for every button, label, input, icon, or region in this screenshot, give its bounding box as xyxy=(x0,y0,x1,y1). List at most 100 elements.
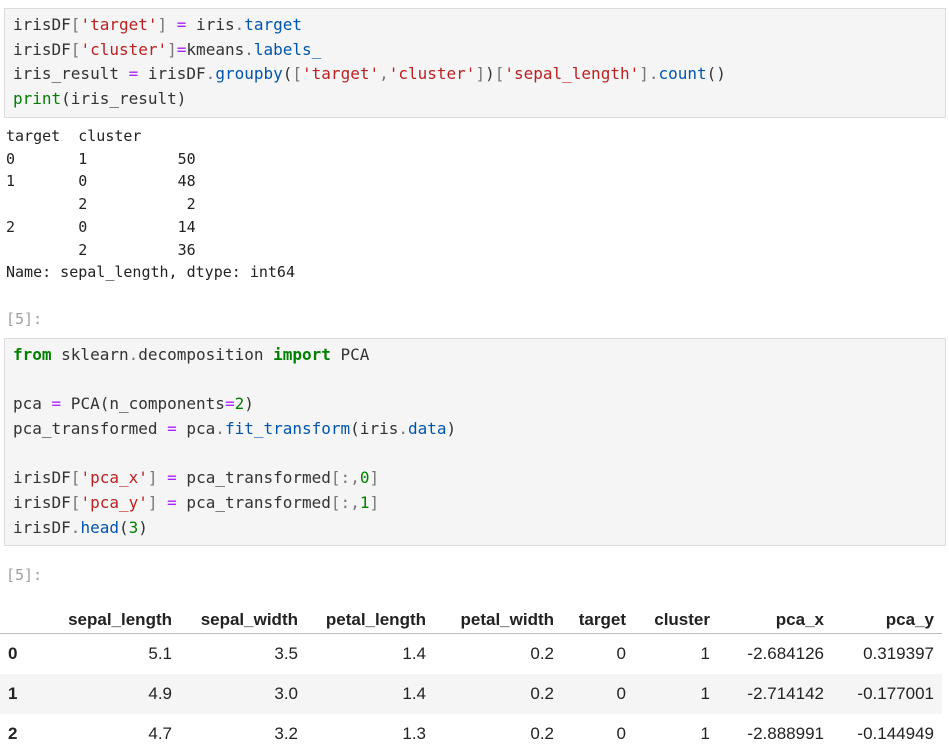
code-token: pca_transformed xyxy=(13,419,168,439)
column-header: pca_x xyxy=(718,600,832,634)
code-token: iris xyxy=(186,15,235,34)
code-line: from sklearn.decomposition import PCA xyxy=(13,343,945,368)
code-token: pca_transformed xyxy=(176,468,331,488)
code-token: ) xyxy=(244,394,254,414)
code-token: pca xyxy=(176,419,216,439)
code-token: [ xyxy=(70,15,81,34)
column-header xyxy=(0,600,38,634)
code-token: sklearn xyxy=(51,345,129,364)
code-token: , xyxy=(350,468,360,488)
code-token: . xyxy=(398,419,408,439)
code-token: [ xyxy=(494,64,505,84)
code-token: 'cluster' xyxy=(80,39,168,59)
table-cell: 0 xyxy=(616,724,626,743)
output-line: Name: sepal_length, dtype: int64 xyxy=(6,263,295,282)
code-token: 'sepal_length' xyxy=(504,64,640,84)
table-header-row: sepal_length sepal_width petal_length petal… xyxy=(0,600,942,634)
code-line: pca_transformed = pca.fit_transform(iris… xyxy=(13,417,945,442)
code-token: irisDF xyxy=(13,468,71,488)
code-line: iris_result = irisDF.groupby(['target','… xyxy=(13,62,945,87)
code-token: ] xyxy=(369,468,380,488)
code-editor[interactable]: from sklearn.decomposition import PCA pc… xyxy=(5,339,945,541)
column-header: target xyxy=(562,600,634,634)
code-token: ) xyxy=(446,419,457,439)
code-token: fit_transform xyxy=(224,419,351,439)
code-token: irisDF xyxy=(13,15,71,34)
table-row: 1 4.9 3.0 1.4 0.2 0 1 -2.714142 -0.177001 xyxy=(0,674,942,714)
code-token: irisDF xyxy=(13,517,71,537)
code-token: PCA xyxy=(330,345,370,364)
code-token: = xyxy=(167,419,177,439)
table-cell: 0 xyxy=(616,644,626,663)
code-token: pca xyxy=(13,394,52,414)
table-cell: 0.2 xyxy=(530,684,554,703)
code-token: . xyxy=(205,64,216,84)
code-editor[interactable]: irisDF['target'] = iris.target irisDF['cl… xyxy=(5,9,945,112)
table-cell: 0 xyxy=(616,684,626,703)
column-header: petal_width xyxy=(434,600,562,634)
code-token: = xyxy=(51,394,62,414)
code-token: ] xyxy=(147,468,158,488)
code-token: [ xyxy=(70,468,81,488)
code-token: . xyxy=(244,39,254,59)
table-cell: 1 xyxy=(700,684,710,703)
code-token: ] xyxy=(475,64,486,84)
row-index: 2 xyxy=(8,724,18,743)
code-token: [: xyxy=(330,468,351,488)
code-token: () xyxy=(706,64,726,84)
code-line: irisDF['target'] = iris.target xyxy=(13,13,945,38)
cell-prompt: [5]: xyxy=(6,310,43,328)
table-cell: -2.714142 xyxy=(747,684,824,703)
code-line: irisDF.head(3) xyxy=(13,516,945,541)
code-cell-groupby[interactable]: irisDF['target'] = iris.target irisDF['cl… xyxy=(4,8,946,118)
output-line: 1 0 48 xyxy=(6,172,196,191)
code-token: ] xyxy=(157,15,168,34)
code-token: . xyxy=(215,419,225,439)
code-token: . xyxy=(234,15,245,34)
code-token: import xyxy=(273,345,331,364)
column-header: cluster xyxy=(634,600,718,634)
table-cell: -0.144949 xyxy=(857,724,934,743)
column-header: sepal_width xyxy=(180,600,306,634)
code-token: pca_transformed xyxy=(176,493,331,513)
code-line: irisDF['cluster']=kmeans.labels_ xyxy=(13,38,945,63)
code-token: [ xyxy=(70,493,81,513)
table-cell: 0.2 xyxy=(530,644,554,663)
code-token: = xyxy=(128,64,139,84)
code-token: irisDF xyxy=(13,39,71,59)
code-token: head xyxy=(80,517,119,537)
code-token: ( xyxy=(282,64,293,84)
table-cell: 3.2 xyxy=(274,724,298,743)
code-token: ) xyxy=(485,64,495,84)
code-token: [ xyxy=(292,64,303,84)
code-token: 'target' xyxy=(80,15,158,34)
code-token: print xyxy=(13,89,62,109)
table-cell: 4.7 xyxy=(148,724,172,743)
output-line: 0 1 50 xyxy=(6,149,196,168)
code-token: . xyxy=(70,517,81,537)
code-line: irisDF['pca_x'] = pca_transformed[:,0] xyxy=(13,466,945,491)
code-token: = xyxy=(176,39,187,59)
code-token: = xyxy=(224,394,235,414)
output-line: 2 2 xyxy=(6,195,196,214)
table-cell: -2.888991 xyxy=(747,724,824,743)
code-cell-pca[interactable]: from sklearn.decomposition import PCA pc… xyxy=(4,338,946,546)
code-line: print(iris_result) xyxy=(13,87,945,112)
table-cell: 0.2 xyxy=(530,724,554,743)
output-groupby-result: target cluster 0 1 50 1 0 48 2 2 2 0 14 2 3… xyxy=(6,125,295,284)
table-cell: -0.177001 xyxy=(857,684,934,703)
code-token: kmeans xyxy=(186,39,245,59)
code-token: 2 xyxy=(234,394,245,414)
table-row: 0 5.1 3.5 1.4 0.2 0 1 -2.684126 0.319397 xyxy=(0,633,942,674)
table-cell: 1.4 xyxy=(402,684,426,703)
column-header: pca_y xyxy=(832,600,942,634)
table-cell: 1.3 xyxy=(402,724,426,743)
code-token: from xyxy=(13,345,52,364)
code-line: pca = PCA(n_components=2) xyxy=(13,392,945,417)
code-token: irisDF xyxy=(13,493,71,513)
code-token: , xyxy=(379,64,389,84)
code-token: ( xyxy=(118,517,129,537)
table-cell: 1.4 xyxy=(402,644,426,663)
code-token: , xyxy=(350,493,360,513)
